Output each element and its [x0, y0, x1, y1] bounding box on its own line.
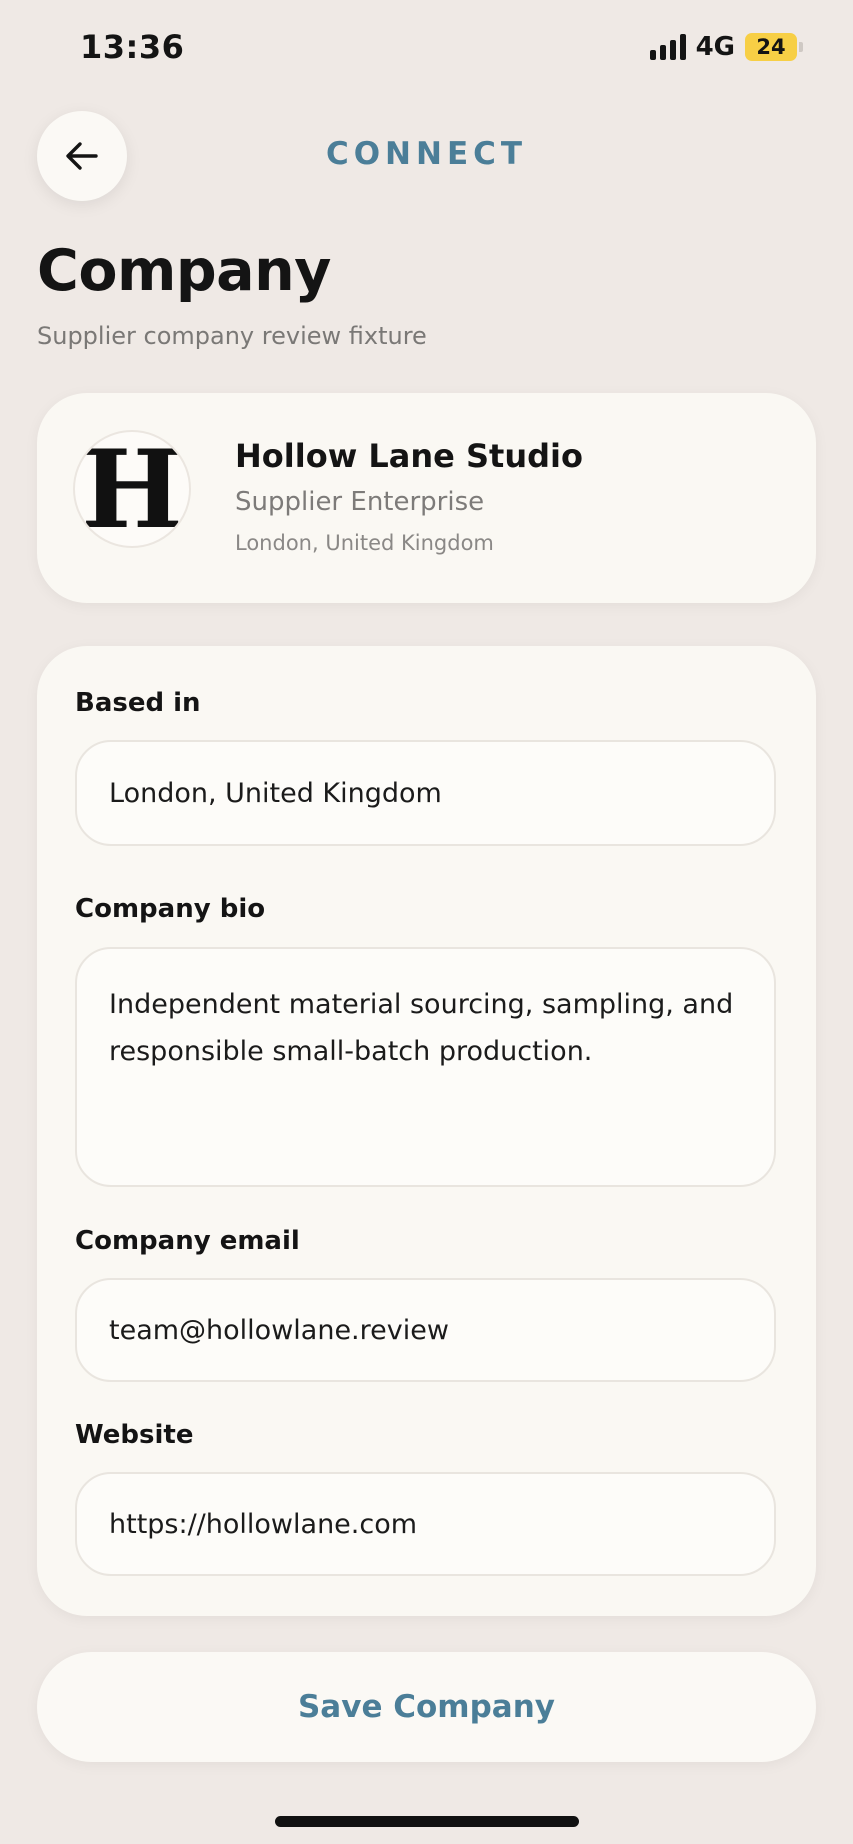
company-email-field[interactable]: team@hollowlane.review — [75, 1278, 776, 1382]
company-email-label: Company email — [75, 1226, 300, 1256]
status-indicators: 4G 24 — [649, 32, 803, 62]
status-time: 13:36 — [80, 28, 185, 66]
company-name: Hollow Lane Studio — [235, 437, 583, 475]
status-bar: 13:36 4G 24 — [0, 0, 853, 100]
save-company-button[interactable]: Save Company — [37, 1652, 816, 1762]
company-logo-letter: H — [80, 430, 184, 548]
company-form: Based in London, United Kingdom Company … — [37, 646, 816, 1616]
battery-icon: 24 — [745, 33, 803, 61]
company-type: Supplier Enterprise — [235, 487, 485, 517]
page-title: Company — [37, 238, 331, 304]
home-indicator — [275, 1816, 579, 1827]
battery-level: 24 — [756, 35, 786, 59]
brand-title: CONNECT — [325, 136, 528, 172]
company-logo: H — [73, 430, 191, 548]
website-label: Website — [75, 1420, 194, 1450]
company-bio-label: Company bio — [75, 894, 266, 924]
company-summary-card: H Hollow Lane Studio Supplier Enterprise… — [37, 393, 816, 603]
company-bio-field[interactable]: Independent material sourcing, sampling,… — [75, 947, 776, 1187]
page-subtitle: Supplier company review fixture — [37, 322, 427, 350]
company-location: London, United Kingdom — [235, 531, 494, 555]
based-in-field[interactable]: London, United Kingdom — [75, 740, 776, 846]
signal-icon — [649, 34, 686, 60]
network-label: 4G — [695, 32, 735, 62]
based-in-label: Based in — [75, 688, 201, 718]
website-field[interactable]: https://hollowlane.com — [75, 1472, 776, 1576]
